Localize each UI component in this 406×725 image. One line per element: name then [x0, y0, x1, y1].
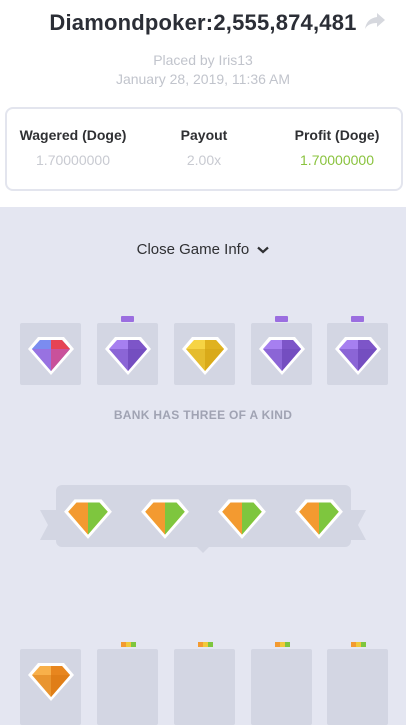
bank-slot-3: [174, 323, 235, 385]
bank-slot-2: [97, 316, 158, 385]
mixed-gem-icon: [295, 499, 343, 539]
orange-gem-icon: [28, 663, 74, 701]
panel-pointer: [196, 546, 210, 553]
slot-pip: [208, 642, 213, 647]
yellow-gem-icon: [182, 337, 228, 375]
chevron-down-icon: [257, 246, 270, 254]
bet-header: Diamondpoker:2,555,874,481 Placed by Iri…: [0, 0, 406, 207]
multicolor-gem-icon: [28, 337, 74, 375]
payout-label: Payout: [180, 127, 228, 143]
close-game-info-label: Close Game Info: [136, 241, 250, 258]
share-icon[interactable]: [364, 12, 386, 30]
player-slot-1: [20, 649, 81, 725]
mixed-gem-icon: [64, 499, 112, 539]
close-game-info-button[interactable]: Close Game Info: [0, 241, 406, 258]
bank-slot-5: [327, 316, 388, 385]
player-slot-5: [327, 642, 388, 725]
slot-pip: [131, 642, 136, 647]
profit-value: 1.70000000: [300, 152, 374, 168]
game-info-panel: Close Game Info BANK HAS THREE OF A KIND: [0, 207, 406, 725]
mixed-gem-icon: [218, 499, 266, 539]
purple-gem-icon: [259, 337, 305, 375]
bet-stats: Wagered (Doge) 1.70000000 Payout 2.00x P…: [5, 107, 403, 191]
profit-stat: Profit (Doge) 1.70000000: [281, 127, 393, 168]
player-slot-3: [174, 642, 235, 725]
slot-marker: [121, 316, 134, 322]
placed-by: Placed by Iris13: [153, 52, 253, 68]
wagered-stat: Wagered (Doge) 1.70000000: [13, 127, 133, 168]
bank-slot-4: [251, 316, 312, 385]
payout-value: 2.00x: [186, 152, 222, 168]
purple-gem-icon: [335, 337, 381, 375]
slot-pip: [361, 642, 366, 647]
player-slot-2: [97, 642, 158, 725]
mixed-gem-icon: [141, 499, 189, 539]
wagered-label: Wagered (Doge): [19, 127, 127, 143]
slot-marker: [275, 316, 288, 322]
page-title: Diamondpoker:2,555,874,481: [49, 10, 357, 35]
profit-label: Profit (Doge): [294, 127, 380, 143]
slot-marker: [351, 316, 364, 322]
purple-gem-icon: [105, 337, 151, 375]
payout-stat: Payout 2.00x: [149, 127, 259, 168]
wagered-value: 1.70000000: [36, 152, 110, 168]
bet-date: January 28, 2019, 11:36 AM: [115, 71, 291, 87]
player-slot-4: [251, 642, 312, 725]
bank-slot-1: [20, 323, 81, 385]
bank-result-message: BANK HAS THREE OF A KIND: [113, 408, 293, 422]
slot-pip: [285, 642, 290, 647]
